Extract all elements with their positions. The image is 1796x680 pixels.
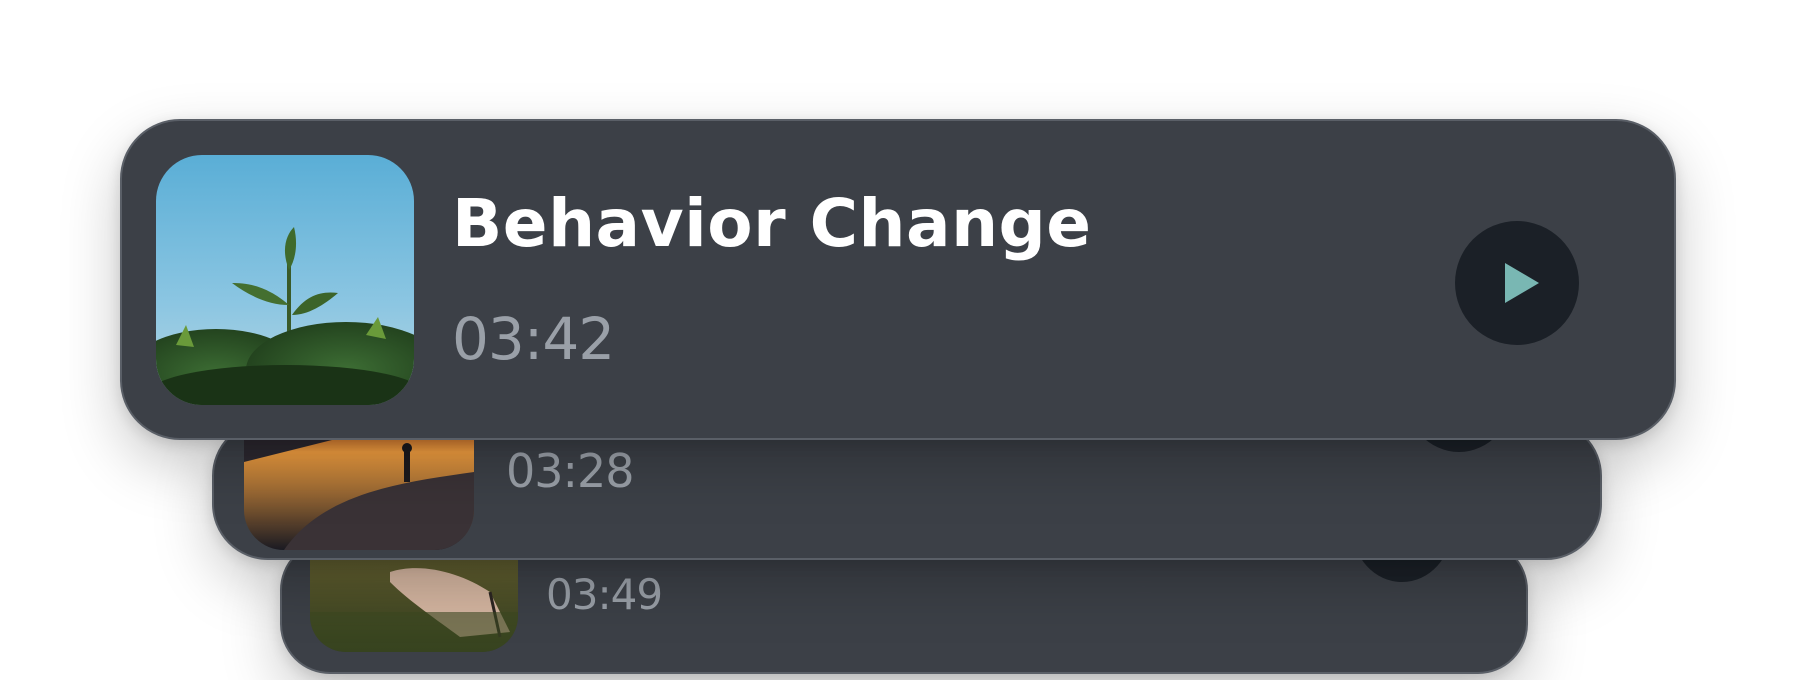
- plant-sprout-image-icon: [156, 155, 414, 405]
- track-card-2[interactable]: 03:28: [212, 420, 1602, 560]
- track-card-1[interactable]: Behavior Change 03:42: [120, 119, 1676, 440]
- track-title: Behavior Change: [452, 185, 1092, 262]
- plant-sprout-thumbnail: [156, 155, 414, 405]
- track-duration: 03:42: [452, 305, 615, 373]
- play-button[interactable]: [1455, 221, 1579, 345]
- track-stack: 03:49 03:28 Behavior Change 03:42: [0, 0, 1796, 680]
- track-card-3[interactable]: 03:49: [280, 540, 1528, 674]
- track-duration: 03:28: [506, 444, 635, 498]
- play-icon: [1505, 263, 1539, 303]
- track-duration: 03:49: [546, 570, 663, 619]
